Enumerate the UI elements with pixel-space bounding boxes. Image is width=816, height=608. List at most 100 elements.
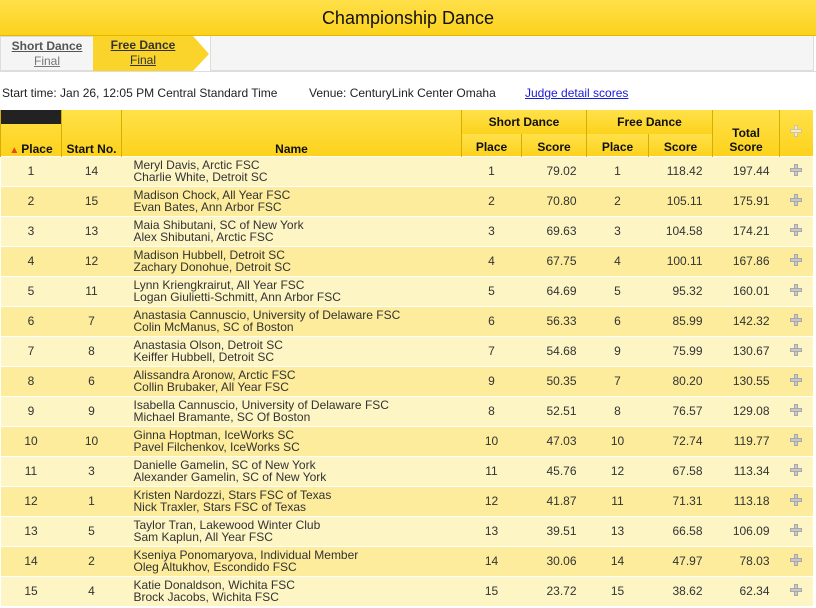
cell-total-score: 113.18 xyxy=(712,485,780,516)
expand-all-header[interactable] xyxy=(779,110,813,156)
expand-row-icon[interactable] xyxy=(790,343,803,356)
col-sd-place-header[interactable]: Place xyxy=(461,134,522,156)
cell-fd-place: 15 xyxy=(586,575,649,606)
cell-expand[interactable] xyxy=(779,215,813,246)
col-short-dance-group: Short Dance xyxy=(461,110,587,134)
cell-expand[interactable] xyxy=(779,545,813,576)
cell-start-no: 5 xyxy=(61,515,122,546)
table-row: 6 7 Anastasia Cannuscio, University of Del… xyxy=(0,305,813,336)
expand-row-icon[interactable] xyxy=(790,193,803,206)
cell-names: Kseniya Ponomaryova, Individual Member Ol… xyxy=(121,545,462,576)
cell-fd-score: 72.74 xyxy=(648,425,713,456)
table-row: 5 11 Lynn Kriengkrairut, All Year FSC Logan… xyxy=(0,275,813,306)
cell-start-no: 12 xyxy=(61,245,122,276)
cell-expand[interactable] xyxy=(779,455,813,486)
col-place-header[interactable]: ▲ Place xyxy=(0,110,62,156)
cell-expand[interactable] xyxy=(779,425,813,456)
col-total-line2[interactable]: Score xyxy=(713,140,779,156)
expand-row-icon[interactable] xyxy=(790,163,803,176)
cell-place: 10 xyxy=(0,425,62,456)
cell-names: Kristen Nardozzi, Stars FSC of Texas Nick… xyxy=(121,485,462,516)
tab-free-dance-status[interactable]: Final xyxy=(93,53,193,68)
cell-names: Madison Hubbell, Detroit SC Zachary Donoh… xyxy=(121,245,462,276)
cell-names: Danielle Gamelin, SC of New York Alexande… xyxy=(121,455,462,486)
cell-place: 12 xyxy=(0,485,62,516)
col-fd-score-header[interactable]: Score xyxy=(647,134,713,156)
tab-short-dance-label[interactable]: Short Dance xyxy=(1,39,93,54)
skater-2: Keiffer Hubbell, Detroit SC xyxy=(133,350,275,364)
cell-total-score: 78.03 xyxy=(712,545,780,576)
cell-sd-place: 10 xyxy=(461,425,522,456)
expand-row-icon[interactable] xyxy=(790,523,803,536)
cell-fd-score: 75.99 xyxy=(648,335,713,366)
tab-free-dance-label[interactable]: Free Dance xyxy=(93,38,193,53)
expand-row-icon[interactable] xyxy=(790,253,803,266)
cell-sd-place: 8 xyxy=(461,395,522,426)
cell-place: 5 xyxy=(0,275,62,306)
skater-2: Alexander Gamelin, SC of New York xyxy=(133,470,327,484)
cell-names: Maia Shibutani, SC of New York Alex Shibu… xyxy=(121,215,462,246)
cell-total-score: 62.34 xyxy=(712,575,780,606)
cell-names: Lynn Kriengkrairut, All Year FSC Logan Gi… xyxy=(121,275,462,306)
col-name-header[interactable]: Name xyxy=(121,110,462,156)
tab-free-dance[interactable]: Free Dance Final xyxy=(93,36,193,71)
col-place-label[interactable]: Place xyxy=(21,142,52,156)
sort-desc-icon[interactable]: ▲ xyxy=(9,145,19,156)
cell-expand[interactable] xyxy=(779,395,813,426)
expand-row-icon[interactable] xyxy=(790,433,803,446)
expand-row-icon[interactable] xyxy=(790,373,803,386)
cell-fd-place: 1 xyxy=(586,155,649,186)
cell-names: Katie Donaldson, Wichita FSC Brock Jacobs… xyxy=(121,575,462,606)
expand-row-icon[interactable] xyxy=(790,463,803,476)
cell-expand[interactable] xyxy=(779,155,813,186)
cell-sd-place: 7 xyxy=(461,335,522,366)
cell-total-score: 130.67 xyxy=(712,335,780,366)
expand-row-icon[interactable] xyxy=(790,583,803,596)
cell-sd-score: 52.51 xyxy=(521,395,587,426)
expand-row-icon[interactable] xyxy=(790,313,803,326)
expand-row-icon[interactable] xyxy=(790,553,803,566)
skater-2: Alex Shibutani, Arctic FSC xyxy=(133,230,274,244)
cell-expand[interactable] xyxy=(779,365,813,396)
start-time: Start time: Jan 26, 12:05 PM Central Sta… xyxy=(2,86,278,100)
cell-fd-score: 38.62 xyxy=(648,575,713,606)
tab-active-arrow xyxy=(193,36,209,71)
cell-sd-score: 69.63 xyxy=(521,215,587,246)
skater-2: Zachary Donohue, Detroit SC xyxy=(133,260,291,274)
cell-expand[interactable] xyxy=(779,275,813,306)
cell-expand[interactable] xyxy=(779,245,813,276)
cell-expand[interactable] xyxy=(779,575,813,606)
expand-row-icon[interactable] xyxy=(790,283,803,296)
col-total-header[interactable]: Total Score xyxy=(712,110,780,156)
cell-names: Isabella Cannuscio, University of Delawa… xyxy=(121,395,462,426)
col-sd-score-header[interactable]: Score xyxy=(521,134,587,156)
cell-expand[interactable] xyxy=(779,485,813,516)
tab-short-dance[interactable]: Short Dance Final xyxy=(0,36,94,71)
judge-detail-link[interactable]: Judge detail scores xyxy=(525,85,628,101)
expand-all-icon[interactable] xyxy=(790,125,803,138)
cell-expand[interactable] xyxy=(779,185,813,216)
cell-sd-score: 67.75 xyxy=(521,245,587,276)
results-table: ▲ Place Start No. Name Short Dance Free D… xyxy=(0,110,813,606)
skater-2: Pavel Filchenkov, IceWorks SC xyxy=(133,440,300,454)
col-start-header[interactable]: Start No. xyxy=(61,110,122,156)
segment-tabs: Short Dance Final Free Dance Final xyxy=(0,36,816,72)
expand-row-icon[interactable] xyxy=(790,403,803,416)
cell-sd-score: 41.87 xyxy=(521,485,587,516)
tab-short-dance-status[interactable]: Final xyxy=(1,54,93,69)
cell-sd-place: 2 xyxy=(461,185,522,216)
cell-place: 8 xyxy=(0,365,62,396)
col-total-line1[interactable]: Total xyxy=(713,126,779,140)
cell-expand[interactable] xyxy=(779,515,813,546)
cell-sd-score: 56.33 xyxy=(521,305,587,336)
expand-row-icon[interactable] xyxy=(790,223,803,236)
cell-fd-place: 12 xyxy=(586,455,649,486)
event-info: Start time: Jan 26, 12:05 PM Central Sta… xyxy=(2,85,814,101)
cell-expand[interactable] xyxy=(779,305,813,336)
cell-sd-score: 47.03 xyxy=(521,425,587,456)
cell-total-score: 142.32 xyxy=(712,305,780,336)
expand-row-icon[interactable] xyxy=(790,493,803,506)
cell-expand[interactable] xyxy=(779,335,813,366)
col-fd-place-header[interactable]: Place xyxy=(586,134,649,156)
cell-start-no: 13 xyxy=(61,215,122,246)
